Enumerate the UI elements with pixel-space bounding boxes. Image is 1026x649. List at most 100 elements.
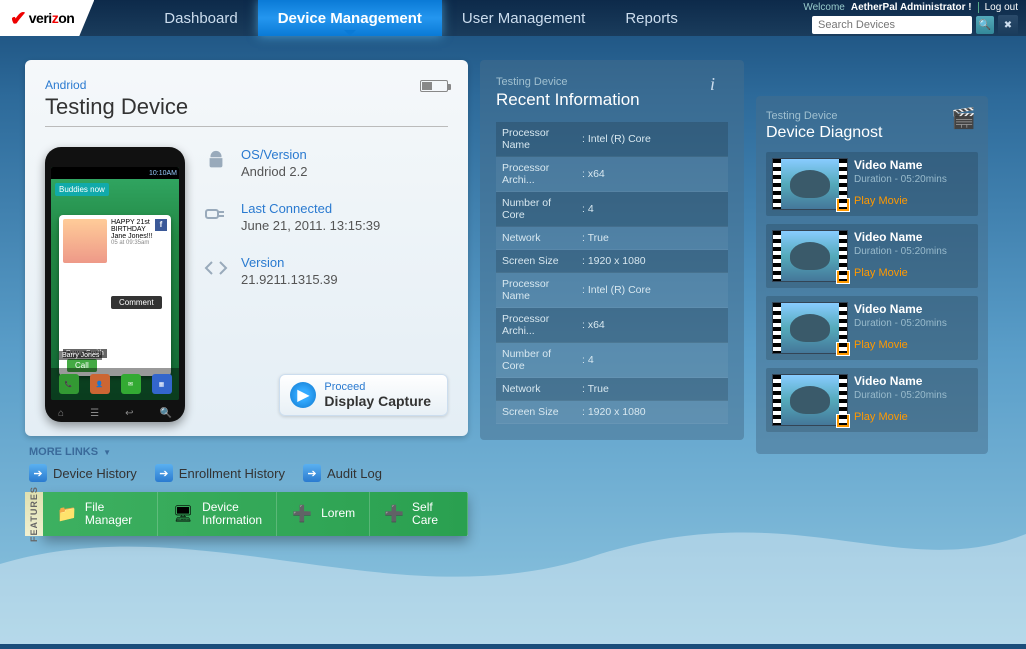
feature-0[interactable]: 📁File Manager (43, 492, 158, 536)
device-type-label: Andriod (45, 78, 448, 92)
facebook-icon: f (155, 219, 167, 231)
device-panel: Andriod Testing Device 10:10AM Buddies n… (25, 60, 468, 536)
feature-2[interactable]: ➕Lorem (277, 492, 370, 536)
info-key: Screen Size (496, 401, 576, 424)
video-title: Video Name (854, 302, 947, 316)
video-item: ▶ Video Name Duration - 05:20mins Play Movi… (766, 224, 978, 288)
verizon-check-icon: ✔ (10, 6, 27, 31)
link-text: Device History (53, 466, 137, 481)
search-button[interactable]: 🔍 (976, 16, 994, 34)
video-title: Video Name (854, 158, 947, 172)
more-links-toggle[interactable]: MORE LINKS ▼ (29, 446, 468, 458)
info-value: : True (576, 378, 728, 401)
play-movie-link[interactable]: Play Movie (854, 195, 947, 207)
feature-1[interactable]: 🖥DeviceInformation (158, 492, 277, 536)
more-link-1[interactable]: ➔Enrollment History (155, 464, 285, 482)
info-row: Processor Name: Intel (R) Core (496, 122, 728, 157)
link-text: Audit Log (327, 466, 382, 481)
video-thumbnail[interactable]: ▶ (772, 302, 848, 354)
search-input[interactable] (812, 16, 972, 34)
contacts-app-icon: 👤 (90, 374, 110, 394)
feature-3[interactable]: ➕ Self Care (370, 492, 468, 536)
video-item: ▶ Video Name Duration - 05:20mins Play Movi… (766, 368, 978, 432)
link-text: Enrollment History (179, 466, 285, 481)
info-row: Processor Name: Intel (R) Core (496, 273, 728, 308)
nav-dashboard[interactable]: Dashboard (144, 0, 257, 36)
more-link-0[interactable]: ➔ Device History (29, 464, 137, 482)
video-title: Video Name (854, 374, 947, 388)
diag-subhead: Testing Device (766, 110, 978, 122)
apps-app-icon: ▦ (152, 374, 172, 394)
video-duration: Duration - 05:20mins (854, 174, 947, 185)
video-thumbnail[interactable]: ▶ (772, 158, 848, 210)
top-right-controls: Welcome AetherPal Administrator ! Log ou… (803, 2, 1018, 35)
video-duration: Duration - 05:20mins (854, 390, 947, 401)
os-label: OS/Version (241, 147, 308, 162)
feature-text: File Manager (85, 501, 143, 527)
arrow-right-icon: ➔ (303, 464, 321, 482)
info-row: Processor Archi...: x64 (496, 157, 728, 192)
last-connected-value: June 21, 2011. 13:15:39 (241, 218, 380, 233)
info-value: : x64 (576, 157, 728, 192)
diag-head: Device Diagnost (766, 124, 978, 142)
video-item: ▶Video NameDuration - 05:20minsPlay Movi… (766, 296, 978, 360)
version-icon (203, 255, 229, 281)
info-key: Number of Core (496, 192, 576, 227)
info-value: : Intel (R) Core (576, 122, 728, 157)
wrench-icon: ✖ (1004, 20, 1012, 31)
info-key: Processor Name (496, 273, 576, 308)
play-icon: ▶ (290, 382, 316, 408)
features-tab-label: FEATURES (25, 492, 43, 536)
device-phone-preview: 10:10AM Buddies now f HAPPY 21st BIRTHDA… (45, 147, 185, 422)
feature-text: Lorem (321, 507, 355, 520)
features-bar: FEATURES 📁File Manager🖥DeviceInformation… (43, 492, 468, 536)
os-value: Andriod 2.2 (241, 164, 308, 179)
video-thumbnail[interactable]: ▶ (772, 374, 848, 426)
nav-device-management[interactable]: Device Management (258, 0, 442, 36)
display-capture-label: Display Capture (324, 393, 431, 409)
play-icon: ▶ (836, 342, 850, 356)
current-user: AetherPal Administrator ! (851, 2, 972, 13)
info-value: : True (576, 227, 728, 250)
feature-text: DeviceInformation (202, 501, 262, 527)
recent-info-subhead: Testing Device (496, 76, 728, 88)
info-row: Network: True (496, 227, 728, 250)
recent-info-head: Recent Information (496, 90, 728, 110)
diagnostics-panel: 🎬 Testing Device Device Diagnost ▶ Video … (756, 96, 988, 454)
feature-text: Self Care (412, 501, 453, 527)
nav-user-management[interactable]: User Management (442, 0, 605, 36)
play-movie-link[interactable]: Play Movie (854, 267, 947, 279)
video-duration: Duration - 05:20mins (854, 246, 947, 257)
play-movie-link[interactable]: Play Movie (854, 411, 947, 423)
info-key: Processor Name (496, 122, 576, 157)
phone-comment-button: Comment (111, 296, 162, 309)
feature-icon: ➕ (384, 503, 404, 525)
arrow-right-icon: ➔ (29, 464, 47, 482)
info-row: Number of Core: 4 (496, 343, 728, 378)
more-link-2[interactable]: ➔ Audit Log (303, 464, 382, 482)
brand-text: verizon (29, 10, 75, 26)
last-connected-label: Last Connected (241, 201, 380, 216)
info-value: : x64 (576, 308, 728, 343)
settings-button[interactable]: ✖ (998, 15, 1018, 35)
version-label: Version (241, 255, 338, 270)
display-capture-button[interactable]: ▶ ProceedDisplay Capture (279, 374, 448, 416)
video-title: Video Name (854, 230, 947, 244)
nav-reports[interactable]: Reports (605, 0, 698, 36)
brand-logo: ✔ verizon (0, 0, 94, 36)
logout-link[interactable]: Log out (978, 2, 1018, 13)
info-row: Screen Size: 1920 x 1080 (496, 250, 728, 273)
info-value: : Intel (R) Core (576, 273, 728, 308)
info-key: Processor Archi... (496, 308, 576, 343)
play-icon: ▶ (836, 270, 850, 284)
info-value: : 1920 x 1080 (576, 401, 728, 424)
version-value: 21.9211.1315.39 (241, 272, 338, 287)
info-row: Number of Core: 4 (496, 192, 728, 227)
info-value: : 4 (576, 343, 728, 378)
video-thumbnail[interactable]: ▶ (772, 230, 848, 282)
play-movie-link[interactable]: Play Movie (854, 339, 947, 351)
play-icon: ▶ (836, 198, 850, 212)
recent-info-table: Processor Name: Intel (R) CoreProcessor … (496, 122, 728, 424)
clapper-icon: 🎬 (951, 106, 976, 131)
video-item: ▶ Video Name Duration - 05:20mins Play Movi… (766, 152, 978, 216)
